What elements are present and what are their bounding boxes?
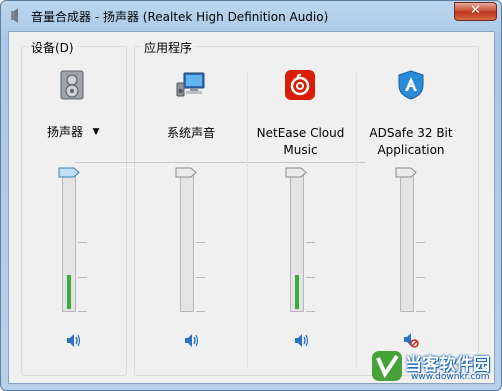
device-group-label: 设备(D) (28, 39, 77, 56)
app-level-meter (295, 275, 299, 309)
tick-mark (306, 242, 315, 243)
app-volume-thumb[interactable] (175, 167, 197, 178)
device-name[interactable]: 扬声器 (42, 124, 88, 141)
tick-mark (78, 311, 87, 312)
applications-group-label: 应用程序 (141, 39, 196, 56)
app-mute-button[interactable] (183, 332, 199, 348)
column-divider (247, 71, 248, 367)
downkr-logo-icon (371, 350, 403, 382)
tick-mark (306, 277, 315, 278)
app-volume-track[interactable] (400, 172, 414, 312)
app-name: ADSafe 32 Bit Application (369, 126, 453, 157)
app-volume-thumb[interactable] (285, 167, 307, 178)
app-volume-thumb[interactable] (395, 167, 417, 178)
window-title: 音量合成器 - 扬声器 (Realtek High Definition Aud… (31, 10, 329, 24)
link-line (75, 162, 365, 163)
column-divider (356, 71, 357, 367)
tick-mark (78, 277, 87, 278)
device-level-meter (67, 275, 71, 309)
close-button[interactable]: ✕ (454, 2, 497, 21)
speaker-icon (8, 8, 24, 24)
tick-mark (416, 277, 425, 278)
tick-mark (306, 311, 315, 312)
app-name: NetEase Cloud Music (256, 126, 345, 157)
app-name: 系统声音 (166, 126, 215, 140)
tick-mark (416, 242, 425, 243)
mixer-client-area: 设备(D) 扬声器 ▼ 应用程序 系统声音 NetEase Cloud Musi… (8, 31, 495, 384)
adsafe-icon (395, 69, 427, 101)
app-muted-speaker-button[interactable] (403, 332, 419, 348)
app-volume-track[interactable] (180, 172, 194, 312)
device-volume-thumb[interactable] (58, 167, 80, 178)
system-sounds-icon (175, 69, 207, 101)
app-volume-track[interactable] (290, 172, 304, 312)
tick-mark (416, 311, 425, 312)
app-mute-button[interactable] (293, 332, 309, 348)
tick-mark (196, 277, 205, 278)
device-mute-button[interactable] (65, 332, 81, 348)
tick-mark (196, 311, 205, 312)
device-volume-track[interactable] (62, 172, 76, 312)
tick-mark (196, 242, 205, 243)
volume-mixer-window: 音量合成器 - 扬声器 (Realtek High Definition Aud… (0, 0, 502, 391)
tick-mark (78, 242, 87, 243)
speaker-device-icon (56, 69, 88, 101)
watermark-url: www.downkr.com (411, 372, 490, 382)
device-dropdown-arrow[interactable]: ▼ (88, 124, 104, 141)
watermark: 当客软件园 www.downkr.com (371, 350, 499, 388)
netease-cloud-music-icon (284, 69, 316, 101)
title-bar[interactable]: 音量合成器 - 扬声器 (Realtek High Definition Aud… (1, 1, 501, 31)
applications-group: 应用程序 系统声音 NetEase Cloud Music ADSafe 32 … (75, 39, 479, 376)
device-group: 设备(D) 扬声器 ▼ (21, 39, 127, 376)
